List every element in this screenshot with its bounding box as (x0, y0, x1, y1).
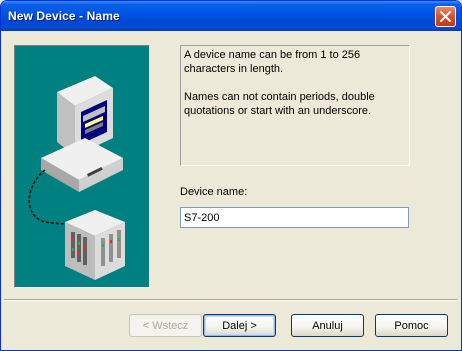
help-button[interactable]: Pomoc (375, 314, 448, 337)
dialog-body: A device name can be from 1 to 256 chara… (4, 31, 458, 349)
computer-plc-illustration (14, 45, 150, 288)
cancel-button[interactable]: Anuluj (291, 314, 364, 337)
computer-plc-icon (28, 76, 125, 280)
separator (4, 299, 458, 301)
close-icon (440, 11, 451, 22)
title-bar[interactable]: New Device - Name (1, 1, 461, 31)
next-button[interactable]: Dalej > (203, 314, 276, 337)
dialog-window: New Device - Name A device name can be f… (0, 0, 462, 351)
device-name-label: Device name: (180, 186, 248, 198)
close-button[interactable] (435, 6, 456, 27)
window-title: New Device - Name (8, 9, 120, 23)
info-text: A device name can be from 1 to 256 chara… (184, 49, 375, 117)
info-box: A device name can be from 1 to 256 chara… (180, 45, 410, 166)
back-button[interactable]: < Wstecz (129, 314, 202, 337)
device-name-input[interactable] (180, 207, 409, 228)
